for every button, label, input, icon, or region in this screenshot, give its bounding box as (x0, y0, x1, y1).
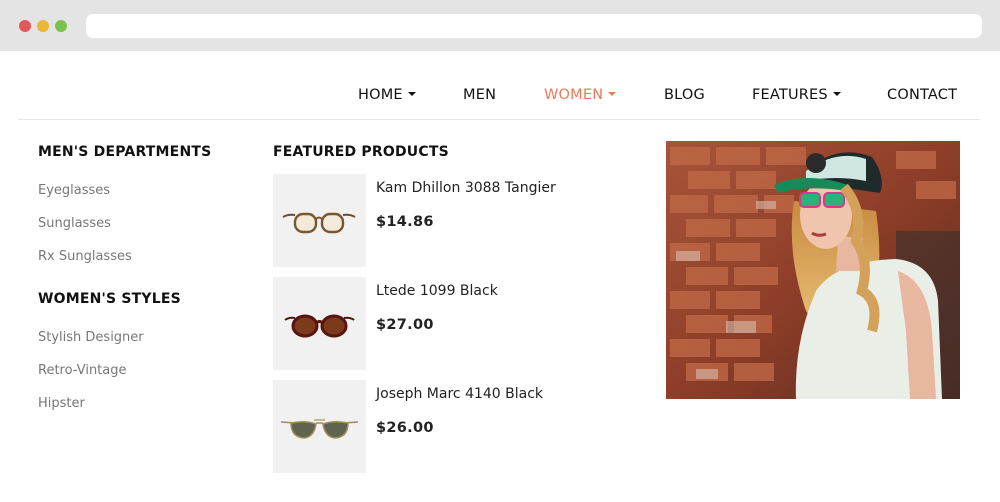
product-name[interactable]: Kam Dhillon 3088 Tangier (376, 180, 556, 196)
nav-item-men[interactable]: MEN (463, 87, 496, 103)
maximize-window-dot[interactable] (55, 20, 67, 32)
nav-item-label: MEN (463, 87, 497, 103)
main-nav: HOME MEN WOMEN BLOG FEATURES CONTACT (0, 51, 1000, 120)
caret-down-icon (832, 92, 841, 96)
product-card[interactable]: Kam Dhillon 3088 Tangier $14.86 (273, 174, 633, 268)
caret-down-icon (407, 92, 416, 96)
link-retro-vintage[interactable]: Retro-Vintage (38, 363, 127, 378)
link-stylish-designer[interactable]: Stylish Designer (38, 330, 144, 345)
product-price: $27.00 (376, 317, 434, 333)
product-price: $26.00 (376, 420, 434, 436)
page: HOME MEN WOMEN BLOG FEATURES CONTACT MEN… (0, 51, 1000, 502)
nav-item-label: HOME (358, 87, 403, 103)
browser-toolbar (0, 0, 1000, 51)
close-window-dot[interactable] (19, 20, 31, 32)
product-card[interactable]: Joseph Marc 4140 Black $26.00 (273, 380, 633, 474)
caret-down-icon (608, 92, 617, 96)
minimize-window-dot[interactable] (37, 20, 49, 32)
product-thumbnail[interactable] (273, 174, 366, 267)
address-bar[interactable] (86, 14, 982, 38)
womens-styles-heading: WOMEN'S STYLES (38, 291, 181, 307)
product-name[interactable]: Ltede 1099 Black (376, 283, 498, 299)
nav-item-label: FEATURES (752, 87, 828, 103)
nav-item-home[interactable]: HOME (358, 87, 416, 103)
featured-products-heading: FEATURED PRODUCTS (273, 144, 449, 160)
mega-menu: MEN'S DEPARTMENTS Eyeglasses Sunglasses … (18, 120, 980, 502)
aviator-sunglasses-icon (280, 419, 359, 439)
woman-sunglasses-photo (666, 141, 960, 399)
link-eyeglasses[interactable]: Eyeglasses (38, 183, 110, 198)
promo-image[interactable] (666, 141, 960, 399)
nav-item-women[interactable]: WOMEN (544, 87, 617, 103)
nav-item-blog[interactable]: BLOG (664, 87, 705, 103)
nav-item-features[interactable]: FEATURES (752, 87, 841, 103)
mens-departments-heading: MEN'S DEPARTMENTS (38, 144, 212, 160)
link-sunglasses[interactable]: Sunglasses (38, 216, 111, 231)
product-thumbnail[interactable] (273, 277, 366, 370)
nav-item-label: WOMEN (544, 87, 604, 103)
nav-item-label: CONTACT (887, 87, 958, 103)
eyeglasses-icon (282, 212, 356, 234)
round-sunglasses-icon (284, 314, 355, 338)
product-name[interactable]: Joseph Marc 4140 Black (376, 386, 543, 402)
nav-item-contact[interactable]: CONTACT (887, 87, 957, 103)
product-card[interactable]: Ltede 1099 Black $27.00 (273, 277, 633, 371)
product-thumbnail[interactable] (273, 380, 366, 473)
nav-item-label: BLOG (664, 87, 705, 103)
link-hipster[interactable]: Hipster (38, 396, 85, 411)
link-rx-sunglasses[interactable]: Rx Sunglasses (38, 249, 132, 264)
product-price: $14.86 (376, 214, 434, 230)
